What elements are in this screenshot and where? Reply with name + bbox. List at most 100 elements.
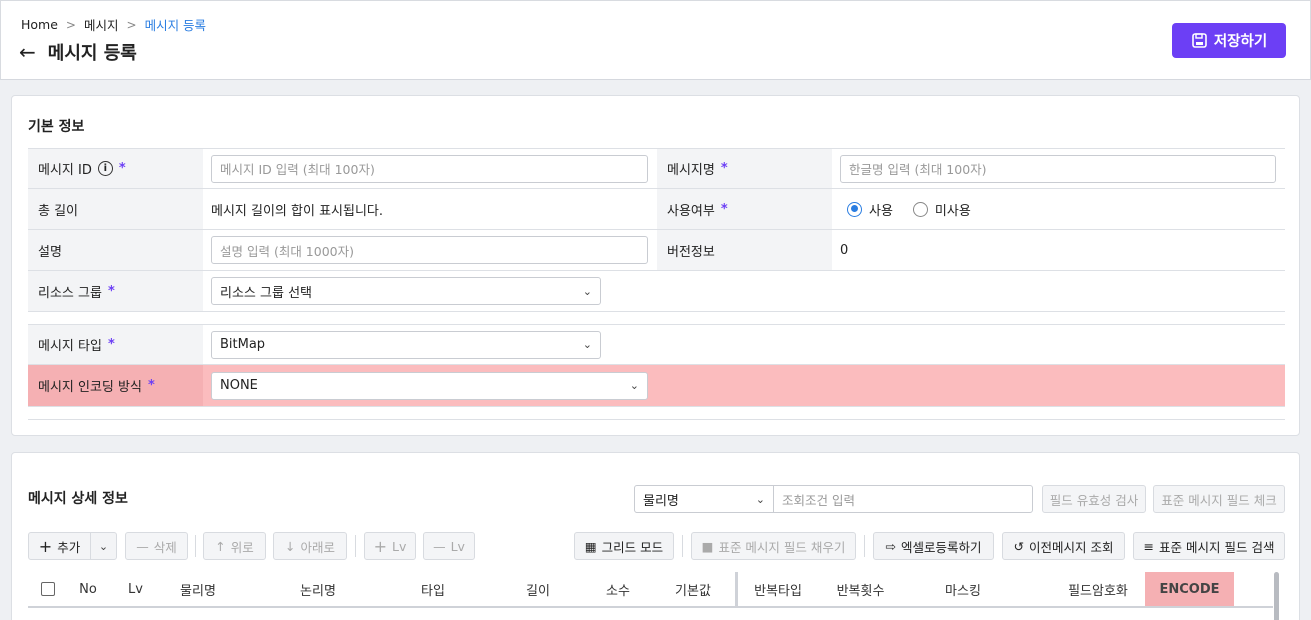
- excel-import-button[interactable]: ⇨ 엑셀로등록하기: [873, 532, 994, 560]
- col-header[interactable]: 마스킹: [918, 572, 1008, 606]
- button-label: 위로: [230, 539, 254, 555]
- list-search-icon: ≡: [1143, 538, 1155, 554]
- button-label: 엑셀로등록하기: [900, 539, 982, 555]
- breadcrumb-current: 메시지 등록: [144, 18, 207, 33]
- paint-roller-icon: ■: [701, 538, 714, 554]
- message-type-select[interactable]: BitMap ⌄: [211, 330, 601, 359]
- info-icon[interactable]: i: [97, 161, 113, 176]
- validate-fields-button[interactable]: 필드 유효성 검사: [1042, 485, 1146, 513]
- message-name-input[interactable]: 한글명 입력 (최대 100자): [840, 154, 1276, 183]
- button-label: 아래로: [300, 539, 335, 555]
- version-value: 0: [840, 242, 849, 258]
- add-dropdown-button[interactable]: ⌄: [90, 532, 117, 560]
- col-header[interactable]: 타입: [388, 572, 478, 606]
- col-header[interactable]: 길이: [508, 572, 568, 606]
- plus-icon: +: [373, 536, 388, 556]
- arrow-up-icon: ↑: [215, 538, 226, 554]
- radio-use[interactable]: 사용: [847, 200, 893, 219]
- file-import-icon: ⇨: [885, 538, 896, 554]
- search-input[interactable]: 조회조건 입력: [773, 485, 1033, 513]
- plus-icon: +: [38, 536, 53, 556]
- label-message-name: 메시지명 *: [657, 149, 832, 188]
- col-header-encode[interactable]: ENCODE: [1145, 572, 1234, 606]
- save-button[interactable]: 저장하기: [1172, 23, 1286, 58]
- radio-checked-icon: [847, 201, 862, 217]
- vertical-scrollbar[interactable]: [1274, 572, 1279, 620]
- breadcrumb: Home > 메시지 > 메시지 등록: [21, 15, 206, 34]
- grid-icon: ▦: [584, 538, 597, 554]
- row-message-type: 메시지 타입 * BitMap ⌄: [28, 324, 1285, 365]
- button-label: 표준 메시지 필드 채우기: [718, 539, 846, 555]
- col-header[interactable]: Lv: [123, 572, 148, 606]
- chevron-right-icon: >: [126, 17, 137, 32]
- breadcrumb-message[interactable]: 메시지: [84, 15, 119, 34]
- radio-unchecked-icon: [912, 201, 928, 217]
- arrow-left-icon[interactable]: ←: [19, 42, 36, 62]
- move-down-button[interactable]: ↓ 아래로: [273, 532, 347, 560]
- label-text: 사용여부: [667, 203, 715, 219]
- std-field-check-button[interactable]: 표준 메시지 필드 체크: [1153, 485, 1285, 513]
- page-header: Home > 메시지 > 메시지 등록 ← 메시지 등록 저장하기: [0, 0, 1311, 80]
- move-up-button[interactable]: ↑ 위로: [203, 532, 266, 560]
- basic-info-card: 기본 정보 메시지 ID i * 메시지 ID 입력 (최대 100자) 메시지…: [11, 95, 1300, 436]
- encoding-select[interactable]: NONE ⌄: [211, 371, 648, 400]
- select-value: 리소스 그룹 선택: [220, 285, 312, 301]
- search-field-select[interactable]: 물리명 ⌄: [634, 485, 774, 513]
- minus-icon: —: [136, 538, 149, 554]
- col-header[interactable]: 반복횟수: [818, 572, 903, 606]
- add-button[interactable]: + 추가: [28, 532, 91, 560]
- row-description: 설명 설명 입력 (최대 1000자) 버전정보 0: [28, 230, 1285, 271]
- label-text: 메시지 ID: [38, 163, 92, 178]
- label-text: 총 길이: [38, 203, 79, 219]
- label-text: 리소스 그룹: [38, 285, 102, 301]
- label-message-type: 메시지 타입 *: [28, 325, 203, 364]
- level-up-button[interactable]: + Lv: [364, 532, 416, 560]
- col-header[interactable]: 논리명: [268, 572, 368, 606]
- required-mark: *: [107, 283, 115, 299]
- label-encoding: 메시지 인코딩 방식 *: [28, 365, 203, 406]
- std-field-fill-button[interactable]: ■ 표준 메시지 필드 채우기: [691, 532, 856, 560]
- select-value: 물리명: [643, 493, 679, 509]
- label-description: 설명: [28, 230, 203, 270]
- button-label: 표준 메시지 필드 검색: [1159, 539, 1275, 555]
- message-id-input[interactable]: 메시지 ID 입력 (최대 100자): [211, 154, 648, 183]
- col-header[interactable]: 반복타입: [738, 572, 818, 606]
- std-field-search-button[interactable]: ≡ 표준 메시지 필드 검색: [1133, 532, 1285, 560]
- button-label: 필드 유효성 검사: [1049, 492, 1139, 508]
- button-label: 이전메시지 조회: [1029, 539, 1114, 555]
- select-all-checkbox[interactable]: [41, 582, 55, 596]
- label-text: 설명: [38, 244, 62, 260]
- label-text: 메시지명: [667, 163, 715, 178]
- delete-button[interactable]: — 삭제: [125, 532, 188, 560]
- history-icon: ↺: [1013, 538, 1024, 554]
- toolbar-divider: [195, 535, 196, 557]
- grid-mode-button[interactable]: ▦ 그리드 모드: [574, 532, 674, 560]
- minus-icon: —: [433, 538, 446, 554]
- page-title: 메시지 등록: [47, 43, 137, 64]
- col-header[interactable]: 소수: [583, 572, 653, 606]
- select-value: BitMap: [220, 337, 266, 352]
- col-header[interactable]: 물리명: [158, 572, 238, 606]
- button-label: Lv: [450, 538, 465, 554]
- description-input[interactable]: 설명 입력 (최대 1000자): [211, 236, 648, 264]
- select-value: NONE: [220, 378, 258, 393]
- save-label: 저장하기: [1213, 34, 1268, 50]
- button-label: 추가: [57, 539, 81, 555]
- grid-header: No Lv 물리명 논리명 타입 길이 소수 기본값 반복타입 반복횟수 마스킹…: [28, 572, 1273, 608]
- chevron-down-icon: ⌄: [582, 338, 592, 351]
- label-text: 메시지 인코딩 방식: [38, 380, 142, 395]
- radio-unused[interactable]: 미사용: [912, 200, 971, 219]
- col-header[interactable]: No: [68, 572, 108, 606]
- breadcrumb-home[interactable]: Home: [21, 17, 58, 32]
- col-header[interactable]: 기본값: [658, 572, 728, 606]
- required-mark: *: [118, 161, 126, 176]
- toolbar-divider: [682, 535, 683, 557]
- level-down-button[interactable]: — Lv: [423, 532, 475, 560]
- button-label: 삭제: [153, 539, 177, 555]
- section-title-detail: 메시지 상세 정보: [28, 491, 128, 507]
- prev-message-button[interactable]: ↺ 이전메시지 조회: [1002, 532, 1125, 560]
- button-label: 표준 메시지 필드 체크: [1161, 492, 1277, 508]
- resource-group-select[interactable]: 리소스 그룹 선택 ⌄: [211, 277, 601, 305]
- col-header[interactable]: 필드암호화: [1048, 572, 1148, 606]
- required-mark: *: [107, 337, 115, 352]
